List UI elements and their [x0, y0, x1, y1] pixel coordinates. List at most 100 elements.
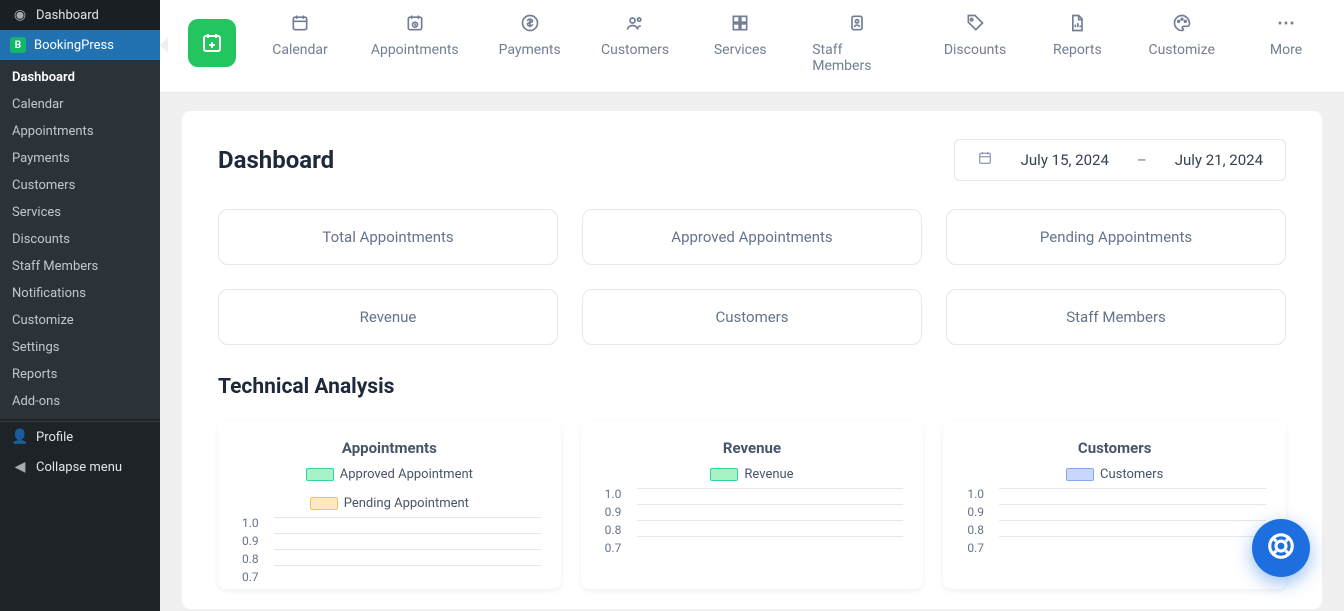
sidebar-item-label: Collapse menu — [36, 460, 122, 475]
nav-payments[interactable]: Payments — [499, 12, 559, 58]
date-from: July 15, 2024 — [1021, 151, 1109, 169]
brand-logo — [188, 19, 236, 67]
chart-customers: Customers Customers 1.0 0.9 0.8 — [943, 421, 1286, 589]
sidebar-item-bookingpress[interactable]: B BookingPress — [0, 30, 160, 60]
legend-swatch-icon — [710, 468, 738, 481]
gauge-icon: ◉ — [10, 7, 30, 23]
nav-label: Reports — [1053, 42, 1102, 58]
nav-label: Payments — [499, 42, 561, 58]
section-title-technical-analysis: Technical Analysis — [218, 375, 1286, 399]
submenu-item-discounts[interactable]: Discounts — [0, 226, 160, 253]
chart-legend: Revenue — [591, 467, 914, 482]
legend-item-customers[interactable]: Customers — [1066, 467, 1163, 482]
sidebar-item-profile[interactable]: 👤 Profile — [0, 422, 160, 452]
submenu-item-appointments[interactable]: Appointments — [0, 118, 160, 145]
submenu-item-customize[interactable]: Customize — [0, 307, 160, 334]
submenu-item-notifications[interactable]: Notifications — [0, 280, 160, 307]
nav-label: Customers — [601, 42, 669, 58]
date-separator: – — [1137, 151, 1147, 169]
nav-more[interactable]: ⋯ More — [1256, 12, 1316, 58]
legend-label: Customers — [1100, 467, 1163, 482]
badge-icon — [846, 12, 868, 34]
tag-icon — [964, 12, 986, 34]
grid-icon — [729, 12, 751, 34]
nav-label: Calendar — [272, 42, 328, 58]
legend-swatch-icon — [310, 497, 338, 510]
y-axis-ticks: 1.0 0.9 0.8 0.7 — [967, 486, 984, 556]
admin-sidebar: ◉ Dashboard B BookingPress Dashboard Cal… — [0, 0, 160, 611]
user-icon: 👤 — [10, 429, 30, 445]
nav-label: Staff Members — [812, 42, 902, 74]
dashboard-panel: Dashboard July 15, 2024 – July 21, 2024 … — [182, 111, 1322, 609]
nav-discounts[interactable]: Discounts — [945, 12, 1006, 58]
report-icon — [1066, 12, 1088, 34]
chart-legend: Approved Appointment Pending Appointment — [228, 467, 551, 511]
lifebuoy-icon — [1266, 531, 1296, 565]
y-axis-ticks: 1.0 0.9 0.8 0.7 — [605, 486, 622, 556]
chart-title: Revenue — [591, 439, 914, 457]
calendar-icon — [977, 150, 993, 170]
chart-plot-area: 1.0 0.9 0.8 0.7 — [591, 486, 914, 554]
legend-item-approved[interactable]: Approved Appointment — [306, 467, 473, 482]
legend-item-revenue[interactable]: Revenue — [710, 467, 793, 482]
submenu-item-calendar[interactable]: Calendar — [0, 91, 160, 118]
palette-icon — [1171, 12, 1193, 34]
legend-swatch-icon — [1066, 468, 1094, 481]
legend-label: Approved Appointment — [340, 467, 473, 482]
collapse-icon: ◀ — [10, 459, 30, 475]
more-icon: ⋯ — [1275, 12, 1297, 34]
legend-label: Revenue — [744, 467, 793, 482]
sidebar-item-label: BookingPress — [34, 38, 114, 53]
nav-calendar[interactable]: Calendar — [270, 12, 330, 58]
chart-legend: Customers — [953, 467, 1276, 482]
sidebar-item-dashboard[interactable]: ◉ Dashboard — [0, 0, 160, 30]
submenu-item-payments[interactable]: Payments — [0, 145, 160, 172]
submenu-item-addons[interactable]: Add-ons — [0, 388, 160, 415]
card-staff-members[interactable]: Staff Members — [946, 289, 1286, 345]
legend-swatch-icon — [306, 468, 334, 481]
sidebar-item-label: Profile — [36, 430, 73, 445]
card-total-appointments[interactable]: Total Appointments — [218, 209, 558, 265]
bookingpress-logo-icon: B — [10, 37, 26, 53]
dollar-icon — [519, 12, 541, 34]
bookingpress-submenu: Dashboard Calendar Appointments Payments… — [0, 60, 160, 419]
chart-plot-area: 1.0 0.9 0.8 0.7 — [953, 486, 1276, 554]
submenu-item-services[interactable]: Services — [0, 199, 160, 226]
nav-customers[interactable]: Customers — [602, 12, 668, 58]
nav-reports[interactable]: Reports — [1047, 12, 1107, 58]
card-customers[interactable]: Customers — [582, 289, 922, 345]
nav-appointments[interactable]: Appointments — [372, 12, 457, 58]
nav-label: Appointments — [371, 42, 459, 58]
submenu-item-staff[interactable]: Staff Members — [0, 253, 160, 280]
chart-plot-area: 1.0 0.9 0.8 0.7 — [228, 515, 551, 583]
nav-staff[interactable]: Staff Members — [812, 12, 902, 74]
submenu-item-reports[interactable]: Reports — [0, 361, 160, 388]
chart-title: Customers — [953, 439, 1276, 457]
sidebar-item-label: Dashboard — [36, 8, 99, 23]
submenu-item-dashboard[interactable]: Dashboard — [0, 64, 160, 91]
card-revenue[interactable]: Revenue — [218, 289, 558, 345]
date-to: July 21, 2024 — [1175, 151, 1263, 169]
page-title: Dashboard — [218, 146, 334, 174]
card-pending-appointments[interactable]: Pending Appointments — [946, 209, 1286, 265]
help-fab-button[interactable] — [1252, 519, 1310, 577]
legend-item-pending[interactable]: Pending Appointment — [310, 496, 469, 511]
chart-revenue: Revenue Revenue 1.0 0.9 0.8 — [581, 421, 924, 589]
main-area: Calendar Appointments Payments — [160, 0, 1344, 611]
nav-label: Customize — [1148, 42, 1214, 58]
submenu-item-settings[interactable]: Settings — [0, 334, 160, 361]
nav-label: Services — [714, 42, 767, 58]
sidebar-item-collapse[interactable]: ◀ Collapse menu — [0, 452, 160, 482]
y-axis-ticks: 1.0 0.9 0.8 0.7 — [242, 515, 259, 585]
nav-customize[interactable]: Customize — [1149, 12, 1214, 58]
legend-label: Pending Appointment — [344, 496, 469, 511]
calendar-icon — [289, 12, 311, 34]
date-range-picker[interactable]: July 15, 2024 – July 21, 2024 — [954, 139, 1286, 181]
clock-icon — [404, 12, 426, 34]
nav-services[interactable]: Services — [710, 12, 770, 58]
nav-label: Discounts — [944, 42, 1006, 58]
card-approved-appointments[interactable]: Approved Appointments — [582, 209, 922, 265]
submenu-item-customers[interactable]: Customers — [0, 172, 160, 199]
nav-label: More — [1270, 42, 1302, 58]
chart-appointments: Appointments Approved Appointment Pendin… — [218, 421, 561, 589]
